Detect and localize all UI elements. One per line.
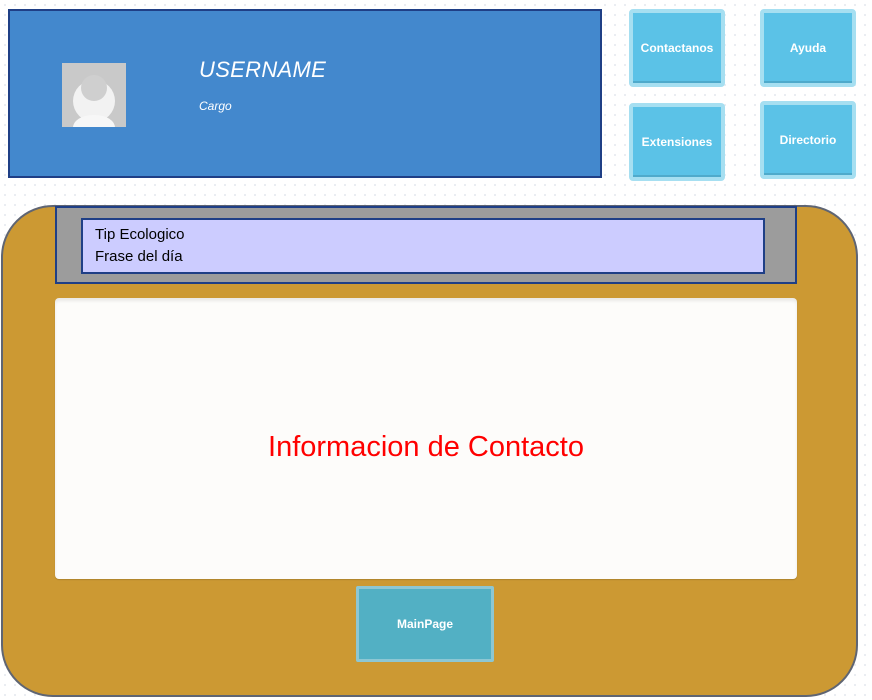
- contact-info-panel: Informacion de Contacto: [55, 298, 797, 579]
- mainpage-button[interactable]: MainPage: [356, 586, 494, 662]
- profile-panel: USERNAME Cargo: [8, 9, 602, 178]
- extensiones-button[interactable]: Extensiones: [629, 103, 725, 181]
- user-avatar-icon: [62, 63, 126, 127]
- ayuda-button[interactable]: Ayuda: [760, 9, 856, 87]
- tip-phrase: Frase del día: [95, 248, 183, 265]
- contactanos-button[interactable]: Contactanos: [629, 9, 725, 87]
- directorio-button[interactable]: Directorio: [760, 101, 856, 179]
- contact-info-title: Informacion de Contacto: [268, 431, 584, 463]
- username: USERNAME: [199, 57, 327, 82]
- tip-title: Tip Ecologico: [95, 226, 185, 243]
- tip-box: Tip Ecologico Frase del día: [81, 218, 765, 274]
- user-role: Cargo: [199, 99, 232, 113]
